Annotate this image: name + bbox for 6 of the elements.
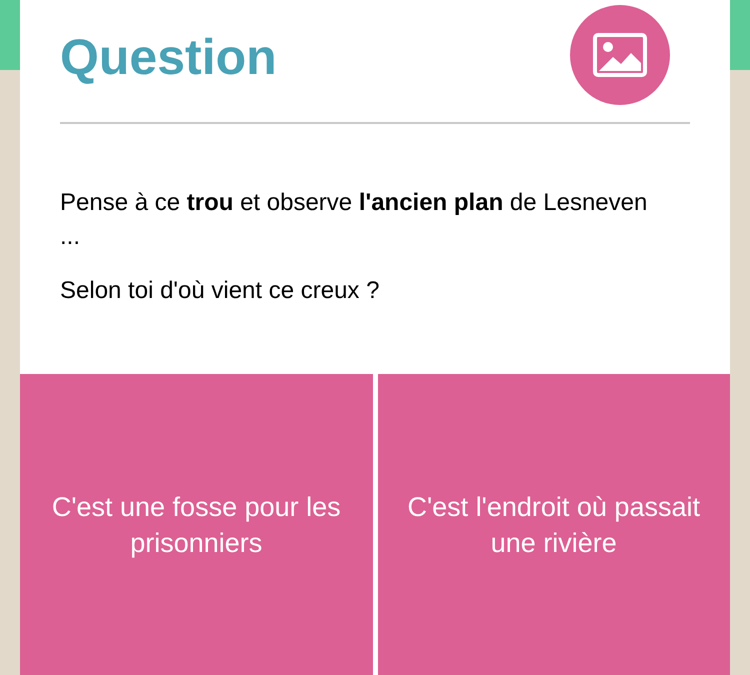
answer-button[interactable]: C'est une fosse pour les prisonniers [20,374,372,675]
question-text: Selon toi d'où vient ce creux ? [60,276,380,306]
image-icon [593,33,647,77]
question-text: Pense à ce trou et observe l'ancien plan de Lesneven ... [60,188,648,252]
answer-button[interactable]: C'est l'endroit où passait une rivière [378,374,730,675]
card-title: Question [60,32,277,82]
